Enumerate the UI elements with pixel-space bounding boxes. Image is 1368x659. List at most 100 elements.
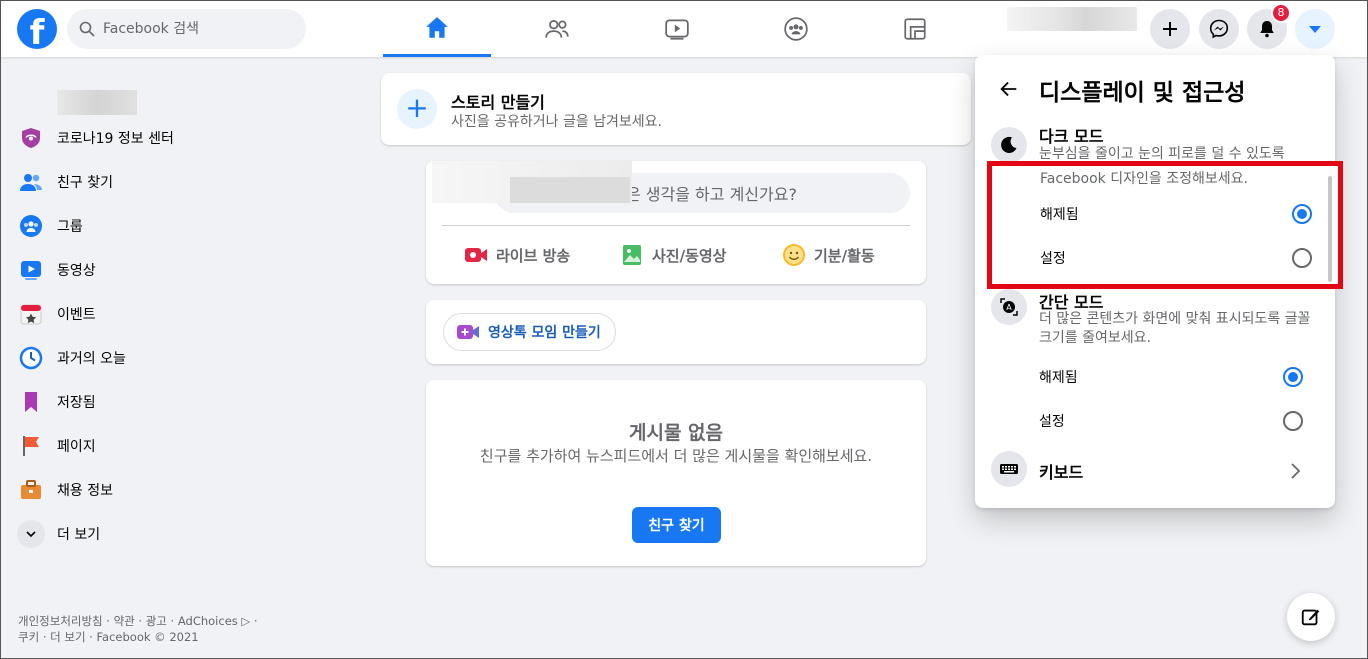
sidebar-item-label: 페이지	[57, 439, 96, 455]
dark-mode-description-cont: Facebook 디자인을 조정해보세요.	[1040, 171, 1248, 187]
sidebar-item-jobs[interactable]: 채용 정보	[9, 470, 349, 510]
arrow-left-icon	[1000, 81, 1017, 97]
keyboard-icon	[991, 451, 1027, 487]
new-message-button[interactable]	[1287, 593, 1335, 641]
footer-links-line2[interactable]: 쿠키 · 더 보기 · Facebook © 2021	[18, 629, 318, 645]
tab-home[interactable]	[383, 1, 491, 57]
briefcase-icon	[17, 476, 45, 504]
radio-button[interactable]	[1292, 248, 1312, 268]
bell-icon	[1260, 21, 1274, 38]
keyboard-settings-row[interactable]: 키보드	[991, 451, 1319, 491]
compose-icon	[1301, 609, 1320, 626]
sidebar-item-label: 코로나19 정보 센터	[57, 131, 174, 147]
messenger-icon	[1209, 19, 1229, 39]
compact-mode-on-option[interactable]: 설정	[1039, 399, 1319, 443]
friends-icon	[17, 168, 45, 196]
sidebar-item-find-friends[interactable]: 친구 찾기	[9, 162, 349, 202]
plus-icon	[1163, 22, 1177, 36]
sidebar-item-label: 동영상	[57, 263, 96, 279]
feeling-activity-label: 기분/활동	[814, 246, 875, 265]
caret-down-icon	[1309, 26, 1321, 33]
post-composer-card: 은 생각을 하고 계신가요? 라이브 방송 사진/동영상 기분/활동	[426, 161, 926, 284]
keyboard-title: 키보드	[1039, 463, 1084, 482]
live-video-button[interactable]: 라이브 방송	[464, 237, 570, 273]
sidebar-item-label: 채용 정보	[57, 483, 113, 499]
footer-links-line1[interactable]: 개인정보처리방침 · 약관 · 광고 · AdChoices ▷ ·	[18, 613, 318, 629]
no-posts-title: 게시물 없음	[628, 422, 723, 444]
tab-friends[interactable]	[503, 1, 611, 57]
live-video-label: 라이브 방송	[496, 246, 571, 265]
option-label: 해제됨	[1040, 207, 1079, 223]
messenger-button[interactable]	[1199, 9, 1239, 49]
tab-watch[interactable]	[623, 1, 731, 57]
create-button[interactable]	[1150, 9, 1190, 49]
compact-mode-icon: A	[991, 289, 1027, 325]
profile-chip-redacted[interactable]	[1007, 7, 1137, 31]
bookmark-icon	[17, 388, 45, 416]
back-button[interactable]	[995, 75, 1023, 103]
photo-video-label: 사진/동영상	[652, 246, 727, 265]
find-friends-button[interactable]: 친구 찾기	[632, 507, 721, 543]
gaming-icon	[904, 18, 926, 40]
sidebar-item-watch[interactable]: 동영상	[9, 250, 349, 290]
plus-icon: +	[397, 89, 437, 129]
sidebar-item-pages[interactable]: 페이지	[9, 426, 349, 466]
sidebar-item-label: 친구 찾기	[57, 175, 113, 191]
sidebar-profile-redacted[interactable]	[57, 90, 137, 115]
dark-mode-on-option[interactable]: 설정	[1040, 236, 1330, 280]
radio-button-selected[interactable]	[1283, 367, 1303, 387]
home-icon	[426, 16, 448, 38]
compact-mode-description: 더 많은 콘텐츠가 화면에 맞춰 표시되도록 글꼴 크기를 줄여보세요.	[1039, 311, 1311, 346]
account-menu-button[interactable]	[1295, 9, 1335, 49]
covid-shield-icon	[17, 124, 45, 152]
sidebar-item-events[interactable]: 이벤트	[9, 294, 349, 334]
dark-mode-title: 다크 모드	[1039, 127, 1104, 146]
create-room-button[interactable]: 영상톡 모임 만들기	[443, 313, 616, 351]
tab-groups[interactable]	[742, 1, 850, 57]
create-room-label: 영상톡 모임 만들기	[488, 325, 601, 341]
photo-video-button[interactable]: 사진/동영상	[620, 237, 726, 273]
option-label: 설정	[1040, 251, 1066, 267]
create-story-card[interactable]: + 스토리 만들기 사진을 공유하거나 글을 남겨보세요.	[381, 73, 971, 145]
compact-mode-off-option[interactable]: 해제됨	[1039, 355, 1319, 399]
highlight-box: Facebook 디자인을 조정해보세요. 해제됨 설정	[987, 161, 1343, 289]
top-navigation-bar: f 8	[1, 1, 1367, 57]
sidebar-footer: 개인정보처리방침 · 약관 · 광고 · AdChoices ▷ · 쿠키 · …	[18, 613, 318, 645]
groups-icon	[17, 212, 45, 240]
sidebar-item-groups[interactable]: 그룹	[9, 206, 349, 246]
tab-gaming[interactable]	[861, 1, 969, 57]
search-input[interactable]	[103, 21, 293, 37]
photo-icon	[623, 245, 641, 265]
option-label: 설정	[1039, 414, 1065, 430]
story-subtitle: 사진을 공유하거나 글을 남겨보세요.	[451, 114, 662, 130]
sidebar-item-memories[interactable]: 과거의 오늘	[9, 338, 349, 378]
sidebar-item-label: 과거의 오늘	[57, 351, 126, 367]
story-title: 스토리 만들기	[451, 93, 545, 112]
no-posts-card: 게시물 없음 친구를 추가하여 뉴스피드에서 더 많은 게시물을 확인해보세요.…	[426, 380, 926, 566]
facebook-logo[interactable]: f	[17, 9, 57, 49]
dark-mode-off-option[interactable]: 해제됨	[1040, 192, 1330, 236]
flag-icon	[17, 432, 45, 460]
sidebar-item-label: 저장됨	[57, 395, 96, 411]
sidebar-item-covid[interactable]: 코로나19 정보 센터	[9, 118, 349, 158]
calendar-icon	[17, 300, 45, 328]
sidebar-item-label: 이벤트	[57, 307, 96, 323]
radio-button-selected[interactable]	[1292, 204, 1312, 224]
sidebar-item-saved[interactable]: 저장됨	[9, 382, 349, 422]
clock-icon	[17, 344, 45, 372]
live-video-icon	[465, 248, 487, 262]
search-box[interactable]	[67, 9, 306, 49]
sidebar-item-label: 더 보기	[57, 527, 101, 543]
panel-title: 디스플레이 및 접근성	[1039, 80, 1246, 106]
moon-icon	[991, 127, 1027, 163]
svg-text:A: A	[1006, 303, 1012, 312]
scrollbar[interactable]	[1328, 176, 1332, 282]
smiley-icon	[783, 244, 805, 266]
radio-button[interactable]	[1283, 411, 1303, 431]
feeling-activity-button[interactable]: 기분/활동	[782, 237, 875, 273]
chevron-down-icon	[17, 520, 45, 548]
divider	[442, 225, 910, 226]
watch-icon	[17, 256, 45, 284]
sidebar-item-see-more[interactable]: 더 보기	[9, 514, 349, 554]
groups-icon	[784, 17, 808, 41]
